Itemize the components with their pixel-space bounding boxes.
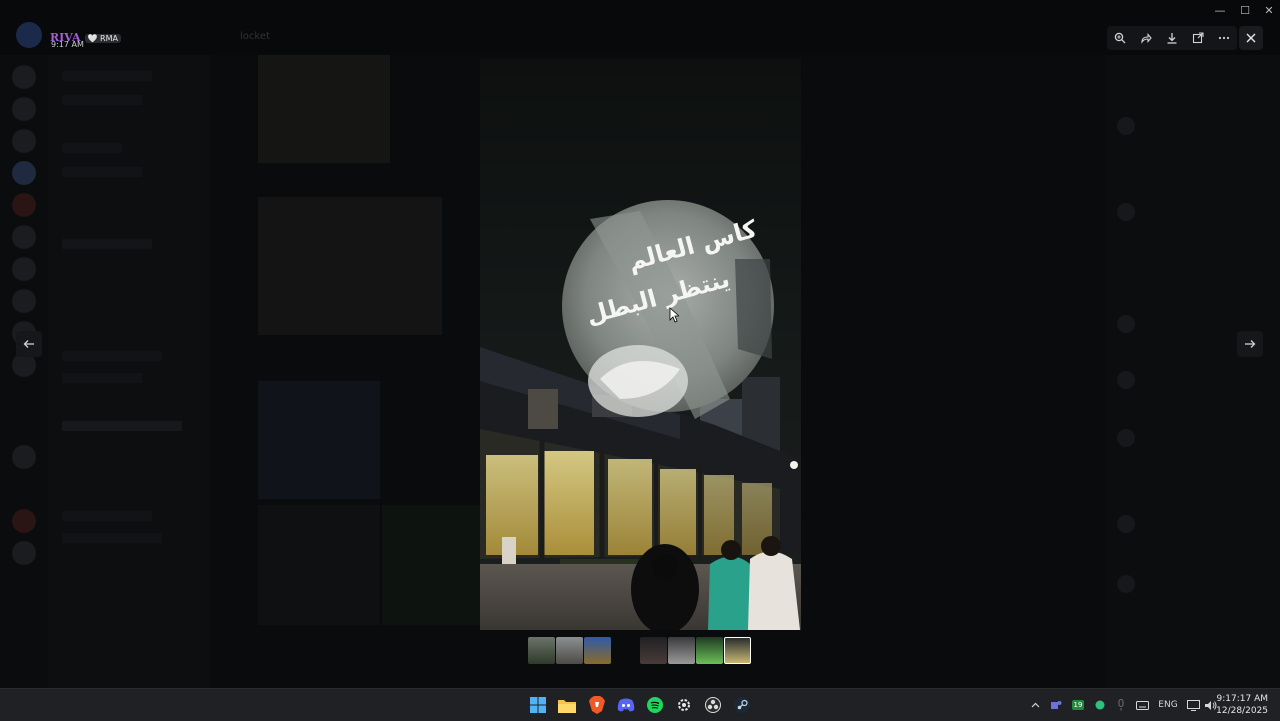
keyboard-icon[interactable] xyxy=(1134,689,1150,721)
channel-item xyxy=(62,351,162,361)
title-bar: locket — ☐ ✕ xyxy=(0,0,1280,55)
member-avatar xyxy=(1117,117,1135,135)
share-icon[interactable] xyxy=(1137,29,1155,47)
zoom-in-icon[interactable] xyxy=(1111,29,1129,47)
status-dot-icon[interactable] xyxy=(1092,689,1108,721)
arrow-left-icon xyxy=(23,340,34,348)
windows-start-icon[interactable] xyxy=(528,695,548,715)
steam-icon[interactable] xyxy=(732,695,752,715)
server-icon xyxy=(12,193,36,217)
discord-icon[interactable] xyxy=(616,695,636,715)
server-icon xyxy=(12,541,36,565)
member-avatar xyxy=(1117,371,1135,389)
member-list xyxy=(1105,55,1280,688)
member-avatar xyxy=(1117,429,1135,447)
thumbnail[interactable] xyxy=(668,637,695,664)
channel-item xyxy=(62,143,122,153)
server-icon xyxy=(12,161,36,185)
server-list xyxy=(0,55,48,688)
obs-icon[interactable] xyxy=(703,695,723,715)
server-icon xyxy=(12,97,36,121)
media-tile xyxy=(382,505,480,625)
channel-item xyxy=(62,95,142,105)
channel-item xyxy=(62,71,152,81)
thumbnail[interactable] xyxy=(528,637,555,664)
server-icon xyxy=(12,257,36,281)
channel-list xyxy=(48,55,210,688)
upload-timestamp: 9:17 AM xyxy=(51,40,84,49)
server-icon xyxy=(12,129,36,153)
server-icon xyxy=(12,445,36,469)
download-icon[interactable] xyxy=(1163,29,1181,47)
viewer-image[interactable]: كاس العالم ينتظر البطل xyxy=(480,59,801,630)
server-icon xyxy=(12,65,36,89)
minimize-icon[interactable]: — xyxy=(1208,3,1232,19)
close-icon xyxy=(1246,33,1256,43)
display-icon[interactable] xyxy=(1185,689,1201,721)
arrow-right-icon xyxy=(1245,340,1256,348)
previous-image-button[interactable] xyxy=(16,331,42,357)
thumbnail[interactable] xyxy=(584,637,611,664)
file-explorer-icon[interactable] xyxy=(557,695,577,715)
language-indicator[interactable]: ENG xyxy=(1154,689,1182,721)
media-tile xyxy=(258,505,380,625)
member-avatar xyxy=(1117,315,1135,333)
open-external-icon[interactable] xyxy=(1189,29,1207,47)
member-avatar xyxy=(1117,575,1135,593)
server-icon xyxy=(12,225,36,249)
thumbnail[interactable] xyxy=(696,637,723,664)
avatar[interactable] xyxy=(16,22,42,48)
server-icon xyxy=(12,509,36,533)
media-tile xyxy=(258,381,380,499)
channel-item xyxy=(62,167,142,177)
thumbnail[interactable] xyxy=(556,637,583,664)
microphone-icon[interactable] xyxy=(1114,689,1128,721)
taskbar-clock[interactable]: 9:17:17 AM 12/28/2025 xyxy=(1216,693,1268,717)
spotify-icon[interactable] xyxy=(645,695,665,715)
thumbnail-selected[interactable] xyxy=(724,637,751,664)
channel-item-active xyxy=(62,421,182,431)
maximize-icon[interactable]: ☐ xyxy=(1233,3,1257,19)
channel-item xyxy=(62,373,142,383)
thumbnail[interactable] xyxy=(640,637,667,664)
media-tile xyxy=(258,55,390,163)
channel-item xyxy=(62,533,162,543)
channel-title: locket xyxy=(240,31,270,42)
settings-app-icon[interactable] xyxy=(674,695,694,715)
clock-time: 9:17:17 AM xyxy=(1216,694,1268,704)
clock-date: 12/28/2025 xyxy=(1216,706,1268,716)
close-viewer-button[interactable] xyxy=(1239,26,1263,50)
user-badge: 🤍 RMA xyxy=(84,33,121,43)
more-icon[interactable] xyxy=(1215,29,1233,47)
window-close-icon[interactable]: ✕ xyxy=(1257,3,1280,19)
server-icon xyxy=(12,289,36,313)
viewer-toolbar xyxy=(1107,26,1237,50)
member-avatar xyxy=(1117,515,1135,533)
tray-count-badge[interactable]: 19 xyxy=(1070,689,1086,721)
channel-item xyxy=(62,239,152,249)
brave-browser-icon[interactable] xyxy=(587,695,607,715)
next-image-button[interactable] xyxy=(1237,331,1263,357)
mouse-cursor-icon xyxy=(669,307,681,327)
member-avatar xyxy=(1117,203,1135,221)
channel-item xyxy=(62,511,152,521)
teams-tray-icon[interactable] xyxy=(1048,689,1064,721)
media-tile xyxy=(258,197,442,335)
chevron-up-icon[interactable] xyxy=(1028,689,1042,721)
taskbar: 19 ENG 9:17:17 AM 12/28/2025 xyxy=(0,688,1280,721)
